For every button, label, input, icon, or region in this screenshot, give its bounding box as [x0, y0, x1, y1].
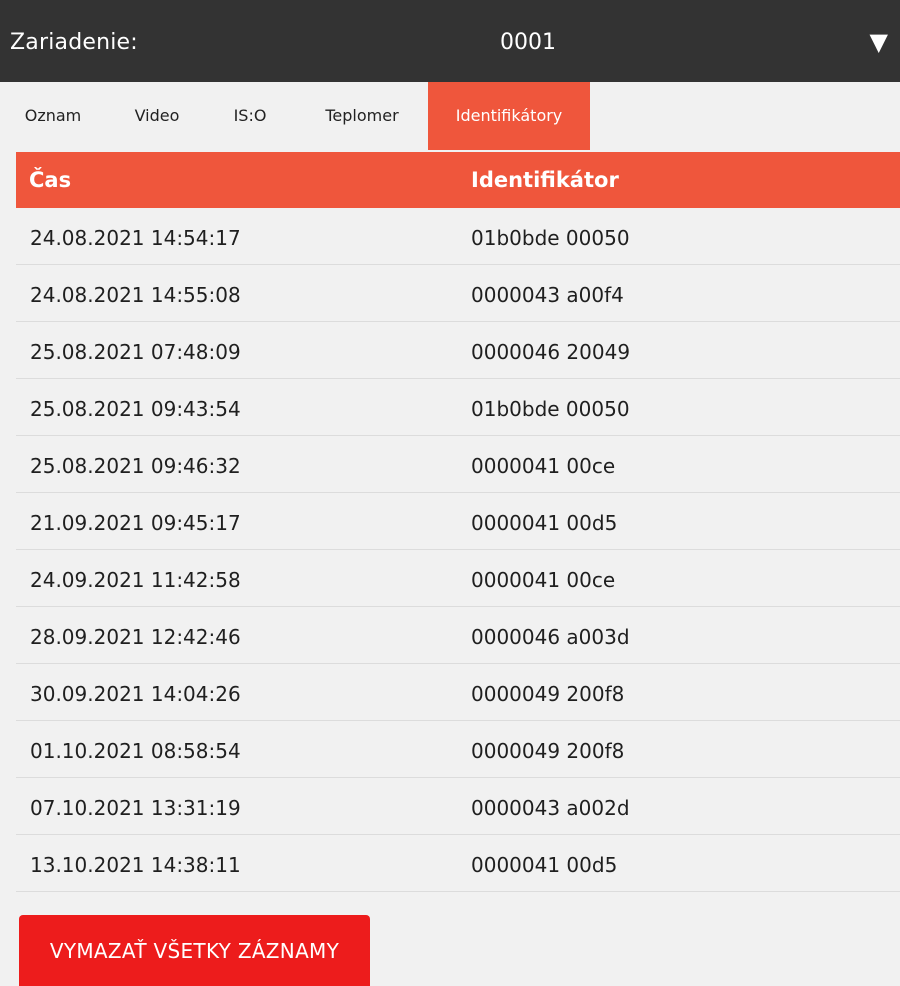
row-time: 28.09.2021 12:42:46: [30, 625, 241, 649]
row-identifier: 0000041 00d5: [471, 511, 618, 535]
row-time: 24.08.2021 14:55:08: [30, 283, 241, 307]
delete-all-records-button[interactable]: VYMAZAŤ VŠETKY ZÁZNAMY: [19, 915, 370, 986]
row-identifier: 0000043 a002d: [471, 796, 630, 820]
tab-bar: Oznam Video IS:O Teplomer Identifikátory: [0, 82, 900, 150]
row-time: 25.08.2021 09:43:54: [30, 397, 241, 421]
tab-oznam[interactable]: Oznam: [8, 82, 98, 150]
row-time: 25.08.2021 07:48:09: [30, 340, 241, 364]
row-identifier: 01b0bde 00050: [471, 226, 630, 250]
column-header-identifier: Identifikátor: [471, 168, 619, 192]
table-row: 24.08.2021 14:55:08 0000043 a00f4: [16, 265, 900, 322]
device-header: Zariadenie: 0001 ▼: [0, 0, 900, 82]
table-row: 25.08.2021 07:48:09 0000046 20049: [16, 322, 900, 379]
table-row: 24.09.2021 11:42:58 0000041 00ce: [16, 550, 900, 607]
table-row: 13.10.2021 14:38:11 0000041 00d5: [16, 835, 900, 892]
table-row: 25.08.2021 09:46:32 0000041 00ce: [16, 436, 900, 493]
table-header: Čas Identifikátor: [16, 152, 900, 208]
row-time: 24.09.2021 11:42:58: [30, 568, 241, 592]
row-time: 24.08.2021 14:54:17: [30, 226, 241, 250]
row-identifier: 0000041 00ce: [471, 568, 616, 592]
row-time: 21.09.2021 09:45:17: [30, 511, 241, 535]
device-select-value[interactable]: 0001: [500, 30, 556, 55]
device-label: Zariadenie:: [10, 30, 138, 55]
table-row: 07.10.2021 13:31:19 0000043 a002d: [16, 778, 900, 835]
row-identifier: 0000046 20049: [471, 340, 631, 364]
tab-teplomer[interactable]: Teplomer: [306, 82, 418, 150]
row-identifier: 0000049 200f8: [471, 739, 625, 763]
table-row: 30.09.2021 14:04:26 0000049 200f8: [16, 664, 900, 721]
table-row: 28.09.2021 12:42:46 0000046 a003d: [16, 607, 900, 664]
row-time: 07.10.2021 13:31:19: [30, 796, 241, 820]
dropdown-arrow-icon[interactable]: ▼: [870, 30, 888, 54]
tab-video[interactable]: Video: [118, 82, 196, 150]
tab-identifikatory[interactable]: Identifikátory: [428, 82, 590, 150]
row-identifier: 0000043 a00f4: [471, 283, 624, 307]
row-identifier: 0000049 200f8: [471, 682, 625, 706]
row-time: 30.09.2021 14:04:26: [30, 682, 241, 706]
column-header-time: Čas: [29, 168, 72, 192]
row-time: 25.08.2021 09:46:32: [30, 454, 241, 478]
tab-iso[interactable]: IS:O: [214, 82, 286, 150]
table-row: 25.08.2021 09:43:54 01b0bde 00050: [16, 379, 900, 436]
table-row: 21.09.2021 09:45:17 0000041 00d5: [16, 493, 900, 550]
row-identifier: 01b0bde 00050: [471, 397, 630, 421]
row-time: 01.10.2021 08:58:54: [30, 739, 241, 763]
identifier-table-body: 24.08.2021 14:54:17 01b0bde 00050 24.08.20…: [16, 208, 900, 892]
row-identifier: 0000041 00ce: [471, 454, 616, 478]
table-row: 24.08.2021 14:54:17 01b0bde 00050: [16, 208, 900, 265]
table-row: 01.10.2021 08:58:54 0000049 200f8: [16, 721, 900, 778]
row-identifier: 0000046 a003d: [471, 625, 630, 649]
row-identifier: 0000041 00d5: [471, 853, 618, 877]
row-time: 13.10.2021 14:38:11: [30, 853, 241, 877]
